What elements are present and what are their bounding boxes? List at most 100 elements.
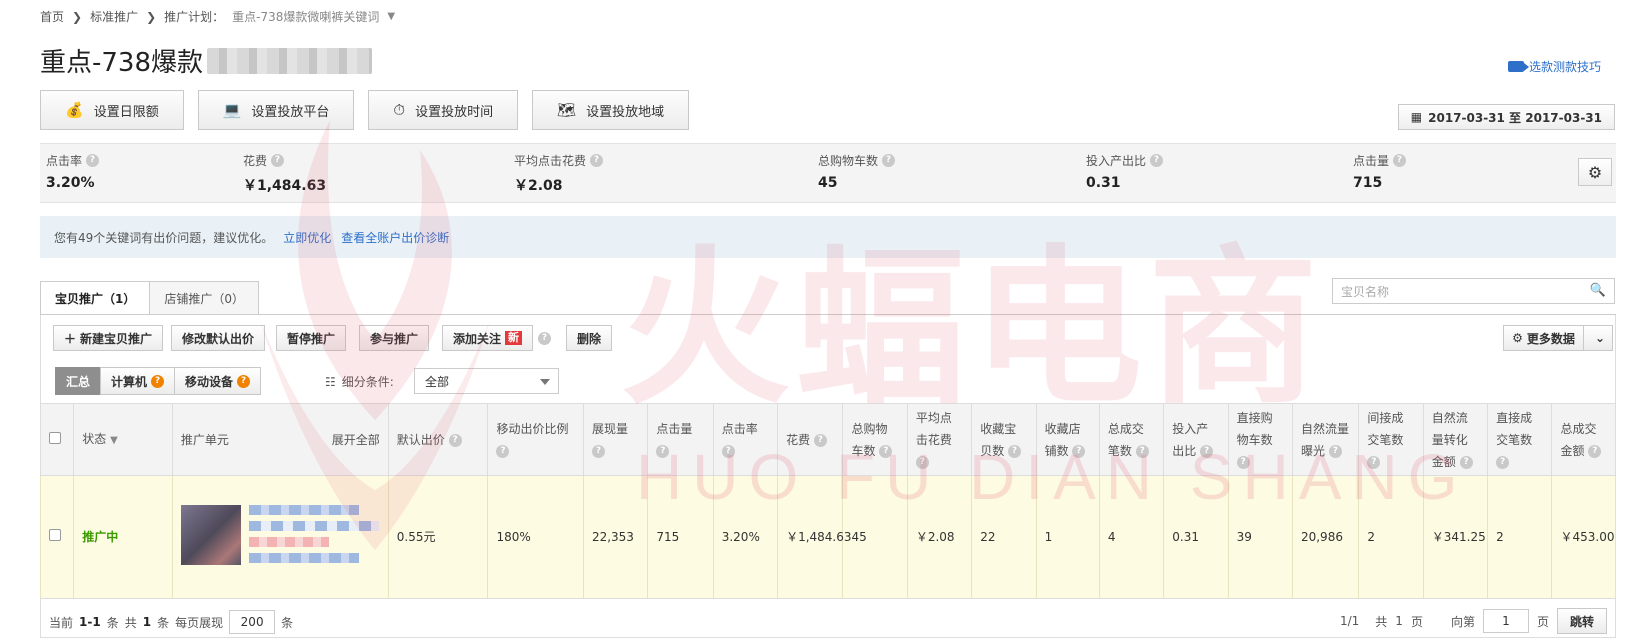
help-icon[interactable]: ? [1496, 455, 1510, 469]
header-cost[interactable]: 花费 ? [777, 403, 844, 476]
join-promotion-button[interactable]: 参与推广 [359, 325, 430, 351]
header-status[interactable]: 状态 ▼ [73, 403, 173, 476]
help-icon[interactable]: ? [1328, 444, 1342, 458]
metric-clicks-label: 点击量 [1353, 154, 1390, 168]
header-roi[interactable]: 投入产出比 ? [1163, 403, 1229, 476]
header-total-amount[interactable]: 总成交金额 ? [1551, 403, 1616, 476]
product-thumbnail[interactable] [180, 505, 241, 565]
header-cost-label: 花费 [786, 432, 811, 447]
date-range-picker[interactable]: ▦ 2017-03-31 至 2017-03-31 [1397, 104, 1615, 130]
help-icon[interactable]: ? [590, 154, 604, 167]
header-natural-exposure[interactable]: 自然流量曝光 ? [1291, 403, 1360, 476]
metric-ctr: 点击率? 3.20% [46, 152, 100, 191]
set-region-button[interactable]: 🗺 设置投放地域 [532, 90, 690, 130]
join-promotion-label: 参与推广 [370, 331, 419, 346]
help-icon[interactable]: ? [1135, 444, 1149, 458]
row-natural-amount: ￥341.25 [1422, 475, 1489, 599]
help-icon[interactable]: ? [448, 433, 462, 447]
header-fav-item[interactable]: 收藏宝贝数 ? [971, 403, 1037, 476]
help-icon[interactable]: ? [1393, 154, 1407, 167]
help-icon[interactable]: ? [915, 455, 929, 469]
breakdown-select[interactable]: 全部 [414, 368, 559, 394]
help-icon[interactable]: ? [879, 444, 893, 458]
blurred-product-info[interactable] [248, 505, 380, 569]
header-fav-shop[interactable]: 收藏店铺数 ? [1035, 403, 1100, 476]
goto-page-input[interactable]: 1 [1482, 609, 1529, 633]
header-direct-orders[interactable]: 直接成交笔数 ? [1487, 403, 1553, 476]
header-default-bid[interactable]: 默认出价 ? [387, 403, 489, 476]
segment-computer[interactable]: 计算机 ? [100, 367, 176, 395]
add-follow-button[interactable]: 添加关注 新 [442, 325, 534, 351]
row-checkbox[interactable] [49, 529, 61, 541]
header-ctr[interactable]: 点击率 ? [712, 403, 779, 476]
help-icon[interactable]: ? [1072, 444, 1086, 458]
help-icon[interactable]: ? [1367, 455, 1381, 469]
caret-down-icon[interactable]: ▼ [387, 11, 395, 22]
device-segment: 汇总 计算机 ? 移动设备 ? [55, 367, 262, 395]
header-unit-label: 推广单元 [180, 432, 229, 447]
more-data-button[interactable]: ⚙ 更多数据 [1504, 326, 1584, 350]
set-time-button[interactable]: ⏱ 设置投放时间 [368, 90, 519, 130]
modify-default-bid-button[interactable]: 修改默认出价 [171, 325, 266, 351]
row-bid[interactable]: 0.55元 [387, 475, 489, 599]
header-cart[interactable]: 总购物车数 ? [842, 403, 908, 476]
segment-mobile[interactable]: 移动设备 ? [174, 367, 262, 395]
help-icon[interactable]: ? [1236, 455, 1250, 469]
video-tip-link[interactable]: 选款测款技巧 [1507, 58, 1601, 75]
add-follow-label: 添加关注 [453, 331, 502, 346]
metric-roi-label: 投入产出比 [1086, 154, 1147, 168]
help-icon[interactable]: ? [271, 154, 285, 167]
breadcrumb-home[interactable]: 首页 [40, 8, 64, 25]
help-icon[interactable]: ? [721, 444, 735, 458]
item-search-input[interactable]: 宝贝名称 🔍 [1332, 278, 1615, 304]
tab-shop-promotion[interactable]: 店铺推广（0） [149, 281, 259, 315]
help-icon[interactable]: ? [1459, 455, 1473, 469]
header-clicks[interactable]: 点击量 ? [647, 403, 714, 476]
help-icon[interactable]: ? [1150, 154, 1164, 167]
chevron-down-icon[interactable]: ⌄ [1588, 331, 1612, 345]
segment-summary[interactable]: 汇总 [55, 367, 102, 395]
row-roi: 0.31 [1163, 475, 1229, 599]
segment-computer-label: 计算机 [111, 374, 148, 389]
new-item-promotion-button[interactable]: ＋ 新建宝贝推广 [53, 325, 164, 351]
help-icon[interactable]: ? [1008, 444, 1022, 458]
tab-item-promotion[interactable]: 宝贝推广（1） [40, 281, 151, 315]
help-icon[interactable]: ? [86, 154, 100, 167]
date-range-text: 2017-03-31 至 2017-03-31 [1428, 110, 1602, 125]
help-icon[interactable]: ? [538, 332, 551, 345]
metric-cart-label: 总购物车数 [818, 154, 879, 168]
help-icon[interactable]: ? [656, 444, 670, 458]
total-pages-prefix: 共 [1375, 614, 1388, 629]
optimize-now-link[interactable]: 立即优化 [283, 229, 331, 246]
select-all-checkbox[interactable] [49, 431, 61, 444]
help-icon[interactable]: ? [882, 154, 896, 167]
header-orders[interactable]: 总成交笔数 ? [1098, 403, 1165, 476]
search-icon[interactable]: 🔍 [1590, 283, 1606, 298]
set-platform-button[interactable]: 💻 设置投放平台 [197, 90, 355, 130]
pause-promotion-button[interactable]: 暂停推广 [276, 325, 347, 351]
delete-button[interactable]: 删除 [566, 325, 613, 351]
header-indirect-orders[interactable]: 间接成交笔数 ? [1358, 403, 1424, 476]
metric-ctr-label: 点击率 [46, 154, 83, 168]
help-icon[interactable]: ? [1588, 444, 1602, 458]
metrics-settings-button[interactable]: ⚙ [1578, 158, 1612, 186]
help-icon[interactable]: ? [1200, 444, 1214, 458]
expand-all-link[interactable]: 展开全部 [332, 429, 380, 451]
help-icon[interactable]: ? [813, 433, 827, 447]
header-direct-cart[interactable]: 直接购物车数 ? [1227, 403, 1293, 476]
per-page-input[interactable]: 200 [229, 610, 276, 634]
header-cpc[interactable]: 平均点击花费 ? [906, 403, 973, 476]
goto-button[interactable]: 跳转 [1556, 608, 1607, 634]
breakdown-label: ☷ 细分条件: [325, 373, 394, 390]
breadcrumb-plan-name[interactable]: 重点-738爆款微喇裤关键词 [232, 8, 379, 25]
table-header-row: 状态 ▼ 推广单元 展开全部 默认出价 ? 移动出价比例 ? 展现量 ? 点击量 … [39, 403, 1616, 476]
account-diagnosis-link[interactable]: 查看全账户出价诊断 [341, 229, 449, 246]
header-mobile-ratio[interactable]: 移动出价比例 ? [487, 403, 584, 476]
help-icon[interactable]: ? [591, 444, 605, 458]
set-daily-limit-button[interactable]: 💰 设置日限额 [40, 90, 184, 130]
gear-icon: ⚙ [1512, 331, 1523, 345]
header-impressions[interactable]: 展现量 ? [582, 403, 649, 476]
breadcrumb-standard[interactable]: 标准推广 [90, 8, 138, 25]
help-icon[interactable]: ? [496, 444, 510, 458]
header-natural-amount[interactable]: 自然流量转化金额 ? [1422, 403, 1489, 476]
